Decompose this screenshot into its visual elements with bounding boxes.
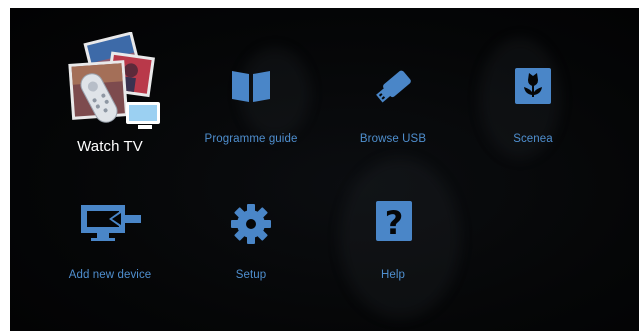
- menu-item-label: Add new device: [68, 269, 152, 281]
- menu-item-label: Programme guide: [204, 133, 298, 145]
- home-menu-screen: Watch TV Programme guide Browse USB Scen…: [10, 8, 639, 331]
- menu-item-add-new-device[interactable]: Add new device: [35, 183, 185, 283]
- menu-item-browse-usb[interactable]: Browse USB: [318, 48, 468, 148]
- menu-item-watch-tv[interactable]: Watch TV: [35, 18, 185, 155]
- menu-item-scenea[interactable]: Scenea: [458, 48, 608, 148]
- menu-item-label: Watch TV: [77, 138, 143, 155]
- menu-item-label: Help: [380, 269, 406, 281]
- question-icon: ?: [376, 201, 412, 241]
- menu-item-label: Scenea: [513, 133, 553, 145]
- book-icon: [232, 71, 270, 102]
- menu-item-label: Browse USB: [359, 133, 427, 145]
- menu-item-help[interactable]: ? Help: [318, 183, 468, 283]
- flower-frame-icon: [515, 68, 551, 104]
- gear-icon: [231, 204, 271, 244]
- monitor-input-icon: [81, 205, 141, 241]
- menu-item-setup[interactable]: Setup: [176, 183, 326, 283]
- menu-item-label: Setup: [235, 269, 267, 281]
- menu-item-programme-guide[interactable]: Programme guide: [176, 48, 326, 148]
- usb-stick-icon: [376, 70, 411, 103]
- tv-remote-photos-icon: [68, 32, 160, 129]
- svg-text:?: ?: [385, 204, 404, 241]
